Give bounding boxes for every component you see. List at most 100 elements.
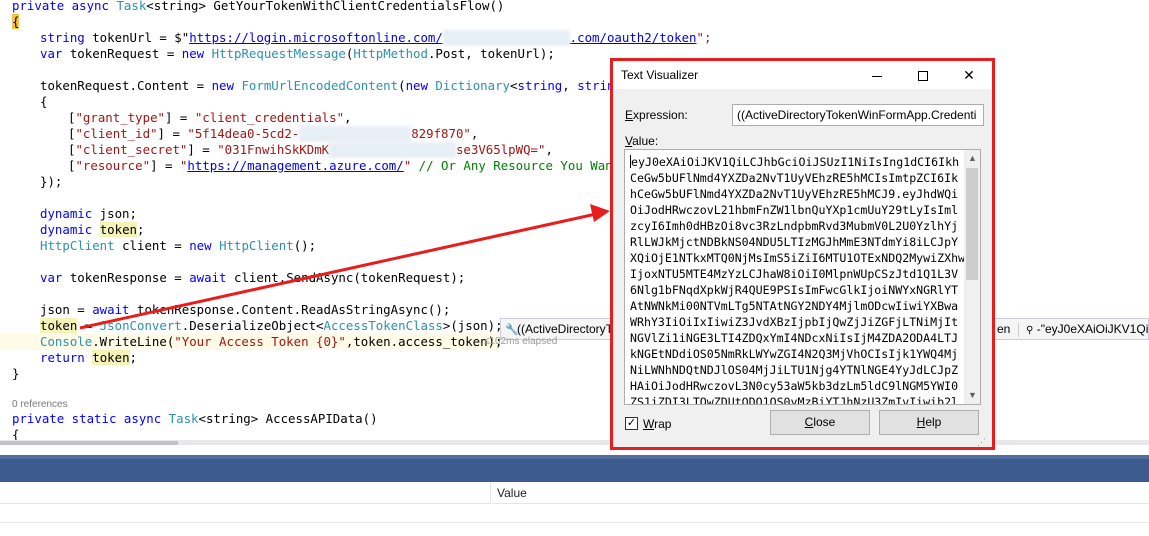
text-caret	[630, 155, 631, 168]
codelens-references[interactable]: 0 references	[12, 399, 68, 411]
highlighted-identifier: token	[40, 318, 78, 333]
scroll-down-icon[interactable]: ▼	[964, 387, 980, 404]
expression-label: Expression:	[625, 108, 688, 122]
keyword: new	[189, 238, 212, 253]
string-literal: "grant_type"	[75, 110, 165, 125]
close-button[interactable]: Close	[770, 410, 870, 435]
keyword: return	[40, 350, 85, 365]
string-literal: "resource"	[75, 158, 151, 173]
value-line: NGVlZi1iNGE3LTI4ZDQxYmI4NDcxNiIsIjM4ZDA2…	[630, 331, 959, 345]
code-text: tokenResponse.Content.ReadAsStringAsync(…	[129, 302, 451, 317]
code-text: client.SendAsync(tokenRequest);	[226, 270, 466, 285]
string-literal: se3V65lpWQ="	[455, 142, 546, 157]
value-textarea[interactable]: eyJ0eXAiOiJKV1QiLCJhbGciOiJSUzI1NiIsIng1…	[624, 149, 981, 405]
wrap-label[interactable]: Wrap	[643, 417, 671, 431]
keyword: dynamic	[40, 206, 93, 221]
wrap-checkbox[interactable]: ✓	[625, 417, 638, 430]
keyword: await	[189, 270, 227, 285]
redacted-text: xxxxxxxxxxxxxxxxx	[442, 30, 570, 46]
code-text: json =	[40, 302, 93, 317]
code-line: {	[12, 14, 20, 30]
string-literal: "5f14dea0-5cd2-	[187, 126, 300, 141]
scroll-up-icon[interactable]: ▲	[964, 150, 980, 167]
code-text: ();	[293, 238, 317, 253]
checkmark-icon: ✓	[626, 417, 637, 429]
value-line: kNGEtNDdiOS05NmRkLWYwZGI4N2Q3MjVhOCIsIjk…	[630, 347, 959, 361]
text-visualizer-dialog: Text Visualizer ✕ Expression: ((ActiveDi…	[610, 58, 995, 450]
datatip-expanded[interactable]: en ⚲ -"eyJ0eXAiOiJKV1QiLC	[994, 318, 1149, 340]
locals-panel: Value	[0, 482, 1149, 536]
table-row	[0, 522, 1149, 523]
maximize-button[interactable]	[900, 61, 946, 89]
type-name: Console	[40, 334, 93, 349]
keyword: new	[405, 78, 428, 93]
datatip-name: en	[997, 322, 1011, 336]
keyword: var	[40, 270, 63, 285]
keyword: string	[517, 78, 563, 93]
value-line: WRhY3IiOiIxIiwiZ3JvdXBzIjpbIjQwZjJiZGFjL…	[630, 315, 959, 329]
vertical-scrollbar[interactable]: ▲ ▼	[964, 150, 980, 404]
type-name: JsonConvert	[99, 318, 182, 333]
type-name: AccessTokenClass	[323, 318, 443, 333]
code-line: ["client_secret"] = "031FnwihSkKDmKxxxxx…	[68, 142, 553, 158]
code-line: dynamic token;	[40, 222, 145, 237]
code-text: tokenRequest.Content =	[40, 78, 212, 93]
type-name: HttpClient	[40, 238, 115, 253]
keyword: dynamic	[40, 222, 93, 237]
datatip-value: ((ActiveDirectoryT	[517, 322, 614, 336]
code-line: {	[40, 94, 47, 110]
code-line: ["resource"] = "https://management.azure…	[68, 158, 621, 173]
code-line: ["client_id"] = "5f14dea0-5cd2-xxxxxxxxx…	[68, 126, 479, 142]
current-statement-line: Console.WriteLine("Your Access Token {0}…	[0, 334, 503, 350]
code-line: json = await tokenResponse.Content.ReadA…	[40, 302, 450, 318]
value-line: NiLWNhNDQtNDJlOS04MjJiLTU1Njg4YTNlNGE4Yy…	[630, 363, 959, 377]
expression-field[interactable]: ((ActiveDirectoryTokenWinFormApp.Credent…	[732, 104, 984, 126]
code-text: .WriteLine(	[92, 334, 175, 349]
dialog-titlebar[interactable]: Text Visualizer ✕	[613, 61, 992, 89]
panel-splitter[interactable]	[0, 455, 1149, 482]
code-line: private async Task<string> GetYourTokenW…	[12, 0, 504, 14]
brace: {	[40, 94, 48, 109]
code-text: <string> AccessAPIData()	[198, 411, 378, 426]
code-comment: // Or Any Resource You Want	[418, 158, 621, 173]
value-line: RlLWJkMjctNDBkNS04NDU5LTIzMGJhMmE3NTdmYi…	[630, 235, 959, 249]
close-window-button[interactable]: ✕	[946, 61, 992, 89]
code-line: tokenRequest.Content = new FormUrlEncode…	[40, 78, 629, 93]
maximize-icon	[918, 71, 928, 82]
url-link[interactable]: https://management.azure.com/	[187, 158, 403, 173]
url-link[interactable]: .com/oauth2/token	[570, 30, 697, 45]
code-line: return token;	[40, 350, 138, 365]
value-line: IjoxNTU5MTE4MzYzLCJhaW8iOiI0MlpnWUpCSzJt…	[630, 267, 959, 281]
code-text: .Post, tokenUrl);	[427, 46, 555, 61]
brace: }	[12, 366, 20, 381]
scrollbar-thumb[interactable]	[966, 168, 978, 280]
string-literal: "Your Access Token {0}"	[174, 334, 346, 349]
magnifier-icon[interactable]: ⚲	[1026, 325, 1033, 336]
divider	[1017, 322, 1019, 337]
type-name: Dictionary	[435, 78, 511, 93]
code-line: var tokenResponse = await client.SendAsy…	[40, 270, 465, 286]
help-button[interactable]: Help	[879, 410, 979, 435]
minimize-button[interactable]	[854, 61, 900, 89]
code-text: >(json);	[442, 318, 503, 333]
resize-grip-icon[interactable]: ⋰	[977, 437, 986, 448]
keyword: private static async	[12, 411, 162, 426]
keyword: new	[211, 78, 234, 93]
code-text: =	[77, 318, 100, 333]
code-line: HttpClient client = new HttpClient();	[40, 238, 316, 254]
column-header-name[interactable]	[0, 482, 491, 504]
highlighted-identifier: token	[99, 222, 137, 237]
column-header-value[interactable]: Value	[492, 482, 1149, 504]
panel-splitter-highlight	[0, 455, 1149, 459]
value-line: hCeGw5bUFlNmd4YXZDa2NvT1UyVEhzRE5hMCJ9.e…	[630, 187, 959, 201]
scrollbar-thumb[interactable]	[0, 441, 178, 445]
code-text: .DeserializeObject<	[181, 318, 324, 333]
url-link[interactable]: https://login.microsoftonline.com/	[189, 30, 443, 45]
string-literal: "031FnwihSkKDmK	[217, 142, 330, 157]
minimize-icon	[872, 75, 882, 77]
string-literal: 829f870"	[411, 126, 471, 141]
code-text: ,token.access_token);	[345, 334, 503, 349]
code-line: ["grant_type"] = "client_credentials",	[68, 110, 352, 125]
string-literal: "client_credentials"	[194, 110, 345, 125]
code-text: tokenUrl = $"	[84, 30, 190, 45]
